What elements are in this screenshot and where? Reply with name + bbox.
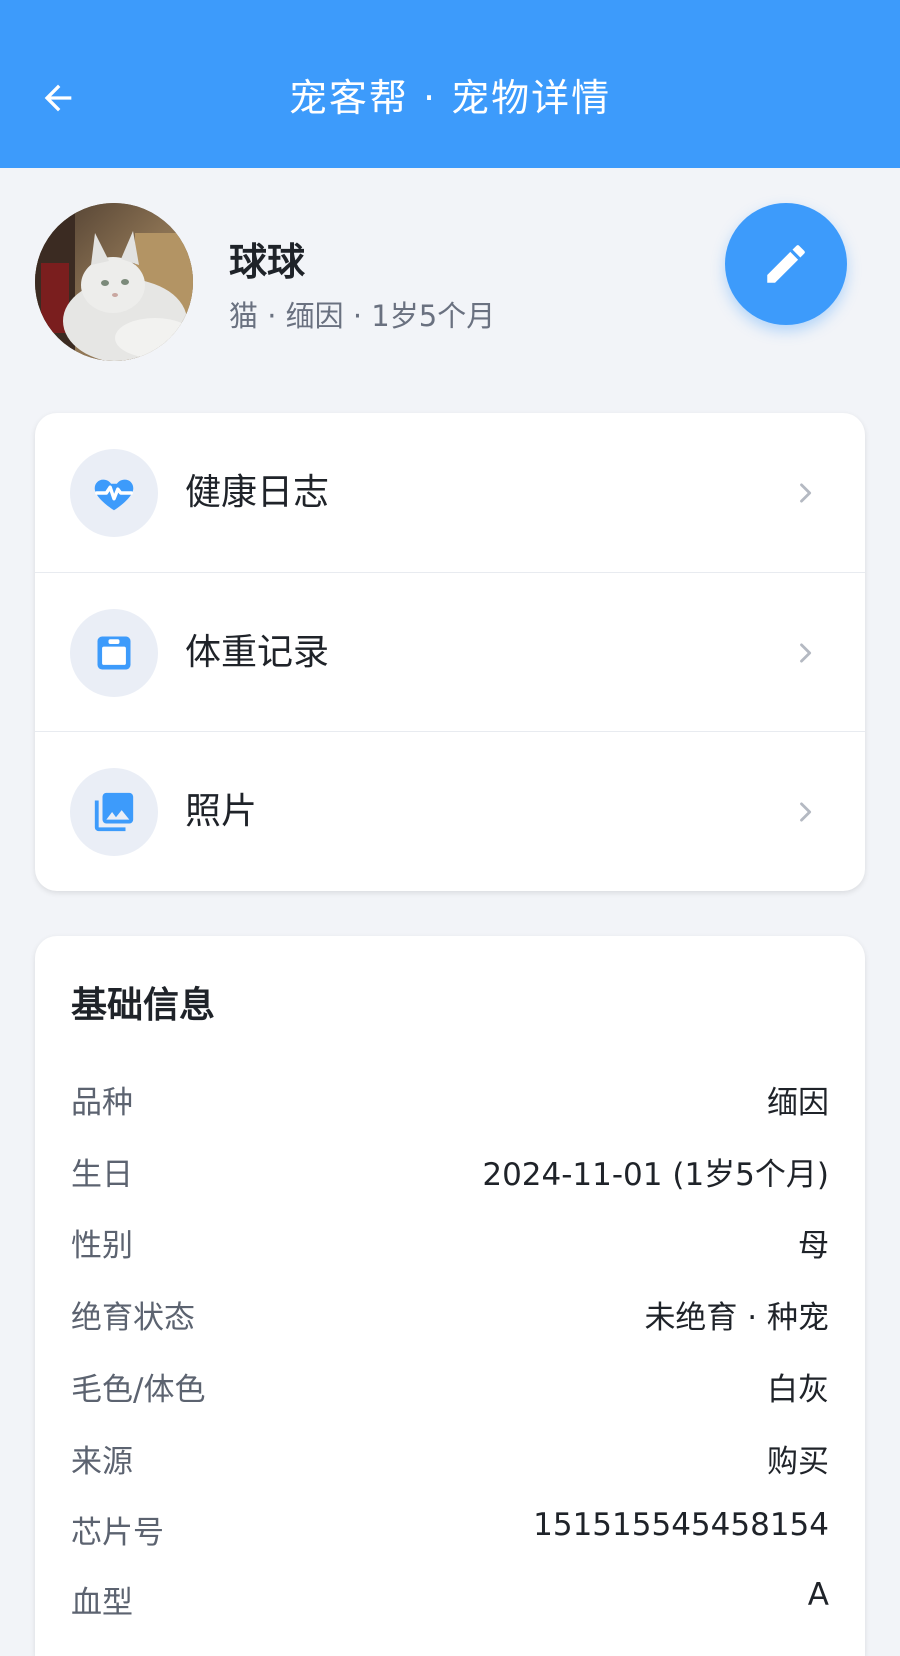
pet-name: 球球 <box>229 240 306 284</box>
info-row-chip-number: 芯片号 151515545458154 <box>71 1507 829 1551</box>
section-title: 基础信息 <box>71 985 216 1026</box>
info-row-breed: 品种 缅因 <box>71 1077 829 1121</box>
app-bar: 宠客帮 · 宠物详情 <box>0 0 900 168</box>
scale-icon <box>97 636 131 670</box>
heartbeat-icon <box>94 479 134 511</box>
info-value: 购买 <box>767 1444 829 1480</box>
menu-icon-badge <box>70 449 158 537</box>
basic-info-card: 基础信息 品种 缅因 生日 2024-11-01 (1岁5个月) 性别 母 绝育… <box>35 936 865 1656</box>
chevron-right-icon <box>785 633 825 673</box>
info-label: 毛色/体色 <box>71 1372 206 1408</box>
menu-icon-badge <box>70 768 158 856</box>
info-label: 性别 <box>71 1228 133 1264</box>
pet-summary: 猫 · 缅因 · 1岁5个月 <box>229 299 496 333</box>
menu-icon-badge <box>70 609 158 697</box>
info-value: 白灰 <box>767 1372 829 1408</box>
info-value: 母 <box>798 1228 829 1264</box>
photo-icon <box>94 792 134 832</box>
info-label: 芯片号 <box>71 1515 164 1551</box>
menu-item-weight-record[interactable]: 体重记录 <box>35 572 865 731</box>
info-value: 2024-11-01 (1岁5个月) <box>482 1157 829 1193</box>
menu-item-label: 健康日志 <box>185 472 330 513</box>
chevron-right-icon <box>785 473 825 513</box>
info-value: 未绝育 · 种宠 <box>644 1300 829 1336</box>
pet-menu-card: 健康日志 体重记录 照片 <box>35 413 865 891</box>
info-value: A <box>807 1577 829 1613</box>
page-title: 宠客帮 · 宠物详情 <box>288 76 612 120</box>
chevron-right-icon <box>785 792 825 832</box>
pencil-icon <box>767 245 805 283</box>
info-row-gender: 性别 母 <box>71 1220 829 1264</box>
edit-button[interactable] <box>725 203 847 325</box>
menu-item-health-log[interactable]: 健康日志 <box>35 413 865 572</box>
info-label: 绝育状态 <box>71 1300 195 1336</box>
info-label: 品种 <box>71 1085 133 1121</box>
info-value: 151515545458154 <box>533 1507 829 1543</box>
info-row-birthday: 生日 2024-11-01 (1岁5个月) <box>71 1149 829 1193</box>
menu-item-label: 体重记录 <box>185 632 330 673</box>
info-label: 生日 <box>71 1157 133 1193</box>
menu-item-photos[interactable]: 照片 <box>35 731 865 890</box>
pet-avatar[interactable] <box>35 203 193 361</box>
info-label: 来源 <box>71 1444 133 1480</box>
pet-profile-header: 球球 猫 · 缅因 · 1岁5个月 <box>35 203 865 363</box>
info-value: 缅因 <box>767 1085 829 1121</box>
info-row-source: 来源 购买 <box>71 1436 829 1480</box>
info-row-neuter-status: 绝育状态 未绝育 · 种宠 <box>71 1292 829 1336</box>
info-row-blood-type: 血型 A <box>71 1577 829 1621</box>
cat-photo <box>35 203 193 361</box>
menu-item-label: 照片 <box>185 791 258 832</box>
info-row-coat-color: 毛色/体色 白灰 <box>71 1364 829 1408</box>
